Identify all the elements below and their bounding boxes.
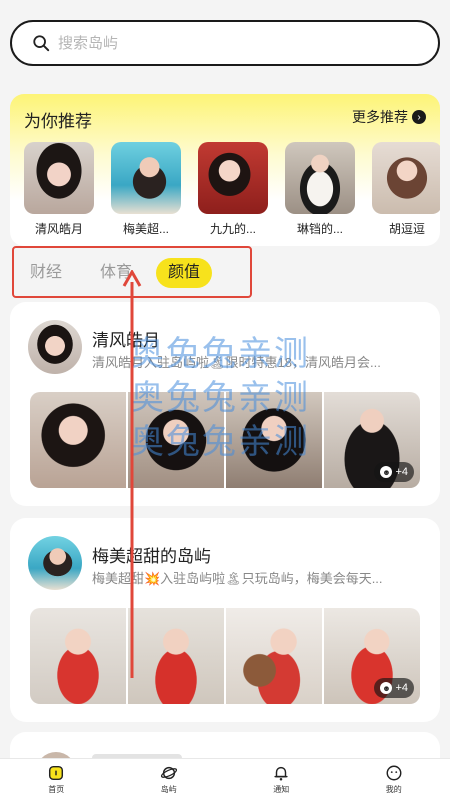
gallery-photo[interactable]: [30, 608, 126, 704]
recommend-list: 清风皓月 梅美超... 九九的... 琳铛的... 胡逗逗: [24, 142, 440, 237]
recommend-item[interactable]: 琳铛的...: [285, 142, 355, 237]
more-photos-count: +4: [395, 466, 408, 478]
annotation-arrow-icon: [122, 270, 142, 678]
photos-icon: ☻: [380, 682, 393, 694]
nav-home[interactable]: 首页: [0, 759, 113, 800]
planet-icon: [160, 766, 177, 780]
recommend-title: 为你推荐: [24, 112, 92, 131]
gallery-photo[interactable]: ☻ +4: [324, 392, 420, 488]
gallery-photo[interactable]: [128, 392, 224, 488]
island-card[interactable]: 梅美超甜的岛屿 梅美超甜💥入驻岛屿啦🏝只玩岛屿，梅美会每天... ☻ +4: [10, 518, 440, 722]
photos-icon: ☻: [380, 466, 393, 478]
avatar[interactable]: [28, 536, 82, 590]
recommend-name: 九九的...: [209, 222, 256, 236]
more-recommend-label: 更多推荐: [352, 109, 408, 125]
profile-icon: [386, 765, 402, 781]
gallery-photo[interactable]: [30, 392, 126, 488]
nav-notifications[interactable]: 通知: [225, 759, 338, 800]
search-bar[interactable]: [10, 20, 440, 66]
gallery-photo[interactable]: ☻ +4: [324, 608, 420, 704]
recommend-name: 琳铛的...: [296, 222, 343, 236]
island-name[interactable]: 梅美超甜的岛屿: [92, 542, 211, 567]
recommend-thumbnail: [198, 142, 268, 214]
gallery-photo[interactable]: [226, 608, 322, 704]
recommend-name: 梅美超...: [122, 222, 169, 236]
nav-label: 我的: [385, 785, 402, 794]
home-icon: [49, 765, 64, 781]
gallery-photo[interactable]: [128, 608, 224, 704]
photo-gallery[interactable]: ☻ +4: [30, 392, 420, 488]
more-photos-count: +4: [395, 682, 408, 694]
tab-finance[interactable]: 财经: [30, 258, 62, 288]
recommend-thumbnail: [285, 142, 355, 214]
bottom-navigation: 首页 岛屿 通知 我的: [0, 758, 450, 800]
more-photos-badge[interactable]: ☻ +4: [374, 678, 414, 698]
recommend-section: 为你推荐 更多推荐 › 清风皓月 梅美超... 九九的... 琳铛的... 胡逗…: [10, 94, 440, 246]
nav-label: 通知: [273, 785, 290, 794]
recommend-item[interactable]: 九九的...: [198, 142, 268, 237]
recommend-thumbnail: [111, 142, 181, 214]
gallery-photo[interactable]: [226, 392, 322, 488]
recommend-name: 胡逗逗: [388, 222, 425, 236]
search-icon: [33, 35, 50, 52]
recommend-thumbnail: [372, 142, 440, 214]
bell-icon: [274, 766, 288, 781]
search-input[interactable]: [58, 34, 358, 52]
recommend-item[interactable]: 梅美超...: [111, 142, 181, 237]
nav-islands[interactable]: 岛屿: [113, 759, 226, 800]
more-photos-badge[interactable]: ☻ +4: [374, 462, 414, 482]
nav-profile[interactable]: 我的: [338, 759, 450, 800]
island-card[interactable]: 清风皓月 清风皓月入驻岛屿啦🏝限时特惠18，清风皓月会... ☻ +4: [10, 302, 440, 506]
recommend-item[interactable]: 胡逗逗: [372, 142, 440, 237]
nav-label: 首页: [48, 785, 65, 794]
nav-label: 岛屿: [160, 785, 177, 794]
arrow-right-icon: ›: [412, 110, 426, 124]
recommend-name: 清风皓月: [34, 222, 83, 236]
avatar[interactable]: [28, 320, 82, 374]
recommend-thumbnail: [24, 142, 94, 214]
tab-looks[interactable]: 颜值: [156, 258, 213, 288]
recommend-item[interactable]: 清风皓月: [24, 142, 94, 237]
photo-gallery[interactable]: ☻ +4: [30, 608, 420, 704]
more-recommend-button[interactable]: 更多推荐 ›: [352, 107, 426, 127]
